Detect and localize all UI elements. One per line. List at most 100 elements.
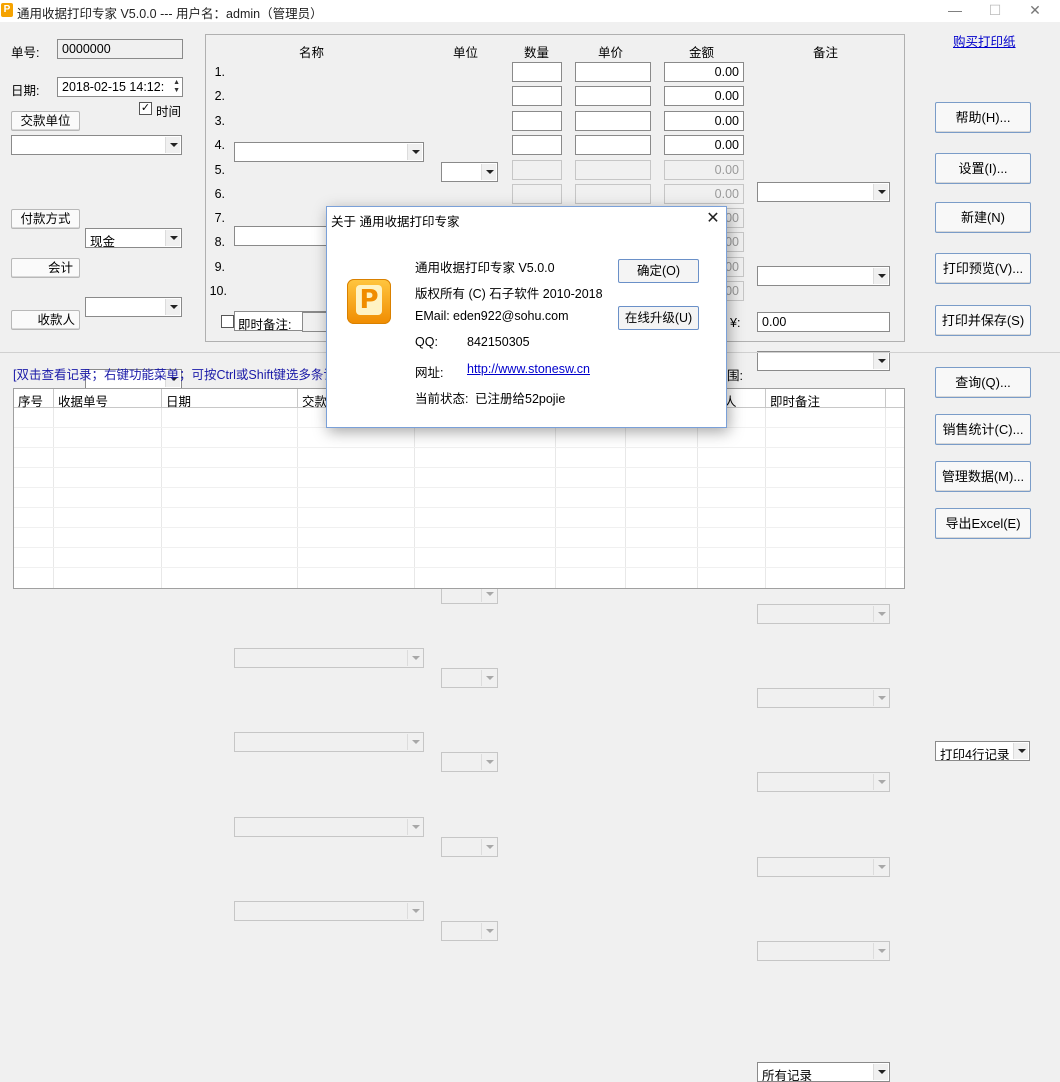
item-price-field[interactable] [575, 62, 651, 82]
chevron-down-icon [165, 299, 180, 315]
receipt-no-field[interactable]: 0000000 [57, 39, 183, 59]
item-amount-field[interactable]: 0.00 [664, 62, 744, 82]
row-number: 6. [214, 187, 225, 201]
item-qty-field[interactable] [512, 135, 562, 155]
ok-button[interactable]: 确定(O) [618, 259, 699, 283]
row-number: 7. [214, 211, 225, 225]
accountant-button[interactable]: 会计 [11, 258, 80, 278]
item-name-combo[interactable] [234, 142, 424, 162]
date-picker[interactable]: 2018-02-15 14:12: ▲ ▼ [57, 77, 183, 97]
item-unit-combo [441, 837, 498, 857]
chevron-down-icon [165, 230, 180, 246]
total-amount-field[interactable]: 0.00 [757, 312, 890, 332]
website-link[interactable]: http://www.stonesw.cn [467, 362, 590, 376]
row-number: 1. [214, 65, 225, 79]
date-value: 2018-02-15 14:12: [62, 80, 165, 94]
buy-paper-link[interactable]: 购买打印纸 [953, 31, 1016, 50]
close-icon[interactable]: ✕ [703, 209, 723, 229]
col-header-note: 备注 [813, 46, 839, 60]
chevron-down-icon [481, 670, 496, 686]
maximize-icon[interactable]: ☐ [975, 0, 1015, 22]
col-seq[interactable]: 序号 [14, 389, 54, 408]
item-unit-combo [441, 668, 498, 688]
item-note-combo [757, 941, 890, 961]
item-price-field[interactable] [575, 135, 651, 155]
export-excel-button[interactable]: 导出Excel(E) [935, 508, 1031, 539]
window-title: 通用收据打印专家 V5.0.0 --- 用户名：admin（管理员） [17, 7, 323, 21]
party-button[interactable]: 交款单位 [11, 111, 80, 131]
product-name: 通用收据打印专家 V5.0.0 [415, 261, 555, 275]
title-bar: P 通用收据打印专家 V5.0.0 --- 用户名：admin（管理员） — ☐… [0, 0, 1060, 22]
item-amount-field[interactable]: 0.00 [664, 135, 744, 155]
time-checkbox-label: 时间 [156, 105, 182, 119]
item-price-field[interactable] [575, 86, 651, 106]
email-value: eden922@sohu.com [453, 309, 569, 323]
chevron-down-icon [481, 923, 496, 939]
item-qty-field[interactable] [512, 111, 562, 131]
item-amount-field: 0.00 [664, 160, 744, 180]
payment-method-combo[interactable]: 现金 [85, 228, 182, 248]
item-qty-field [512, 160, 562, 180]
row-number: 2. [214, 89, 225, 103]
payee-button[interactable]: 收款人 [11, 310, 80, 330]
status-label: 当前状态: [415, 392, 469, 406]
online-upgrade-button[interactable]: 在线升级(U) [618, 306, 699, 330]
print-preview-button[interactable]: 打印预览(V)... [935, 253, 1031, 284]
item-note-combo [757, 772, 890, 792]
col-receipt-no[interactable]: 收据单号 [54, 389, 162, 408]
item-unit-combo [441, 752, 498, 772]
instant-note-label: 即时备注: [238, 318, 292, 332]
item-note-combo [757, 604, 890, 624]
chevron-down-icon [873, 690, 888, 706]
manage-data-button[interactable]: 管理数据(M)... [935, 461, 1031, 492]
item-price-field[interactable] [575, 111, 651, 131]
help-button[interactable]: 帮助(H)... [935, 102, 1031, 133]
print-mode-combo[interactable]: 打印4行记录 [935, 741, 1030, 761]
item-note-combo[interactable] [757, 266, 890, 286]
about-dialog: 关于 通用收据打印专家 ✕ P 通用收据打印专家 V5.0.0 版权所有 (C)… [326, 206, 727, 428]
minimize-icon[interactable]: — [935, 0, 975, 22]
item-name-combo [234, 732, 424, 752]
query-button[interactable]: 查询(Q)... [935, 367, 1031, 398]
time-checkbox[interactable]: ✓ [139, 102, 152, 115]
item-amount-field[interactable]: 0.00 [664, 111, 744, 131]
row-number: 4. [214, 138, 225, 152]
record-range-combo[interactable]: 所有记录 [757, 1062, 890, 1082]
sales-stats-button[interactable]: 销售统计(C)... [935, 414, 1031, 445]
chevron-down-icon [481, 839, 496, 855]
date-label: 日期: [11, 84, 40, 98]
accountant-combo[interactable] [85, 297, 182, 317]
row-number: 10. [209, 284, 227, 298]
item-amount-field[interactable]: 0.00 [664, 86, 744, 106]
item-note-combo[interactable] [757, 182, 890, 202]
close-window-icon[interactable]: ✕ [1015, 0, 1055, 22]
print-save-button[interactable]: 打印并保存(S) [935, 305, 1031, 336]
item-name-combo [234, 817, 424, 837]
qq-label: QQ: [415, 335, 438, 349]
chevron-down-icon [873, 606, 888, 622]
instant-note-checkbox[interactable] [221, 315, 234, 328]
party-combo[interactable] [11, 135, 182, 155]
total-symbol-label: ¥: [730, 316, 741, 330]
qq-value: 842150305 [467, 335, 530, 349]
dialog-title: 关于 通用收据打印专家 [331, 215, 460, 229]
chevron-down-icon [481, 754, 496, 770]
item-note-combo[interactable] [757, 351, 890, 371]
row-number: 9. [214, 260, 225, 274]
payment-method-button[interactable]: 付款方式 [11, 209, 80, 229]
new-button[interactable]: 新建(N) [935, 202, 1031, 233]
item-unit-combo[interactable] [441, 162, 498, 182]
row-number: 3. [214, 114, 225, 128]
date-spinner-icon[interactable]: ▲ ▼ [173, 79, 180, 95]
range-label: 围: [727, 369, 743, 383]
item-price-field [575, 160, 651, 180]
item-qty-field[interactable] [512, 86, 562, 106]
receipt-no-label: 单号: [11, 46, 40, 60]
settings-button[interactable]: 设置(I)... [935, 153, 1031, 184]
col-header-amount: 金额 [689, 46, 715, 60]
col-date[interactable]: 日期 [162, 389, 298, 408]
item-note-combo [757, 857, 890, 877]
col-instant-note[interactable]: 即时备注 [766, 389, 886, 408]
chevron-down-icon [873, 774, 888, 790]
item-qty-field[interactable] [512, 62, 562, 82]
